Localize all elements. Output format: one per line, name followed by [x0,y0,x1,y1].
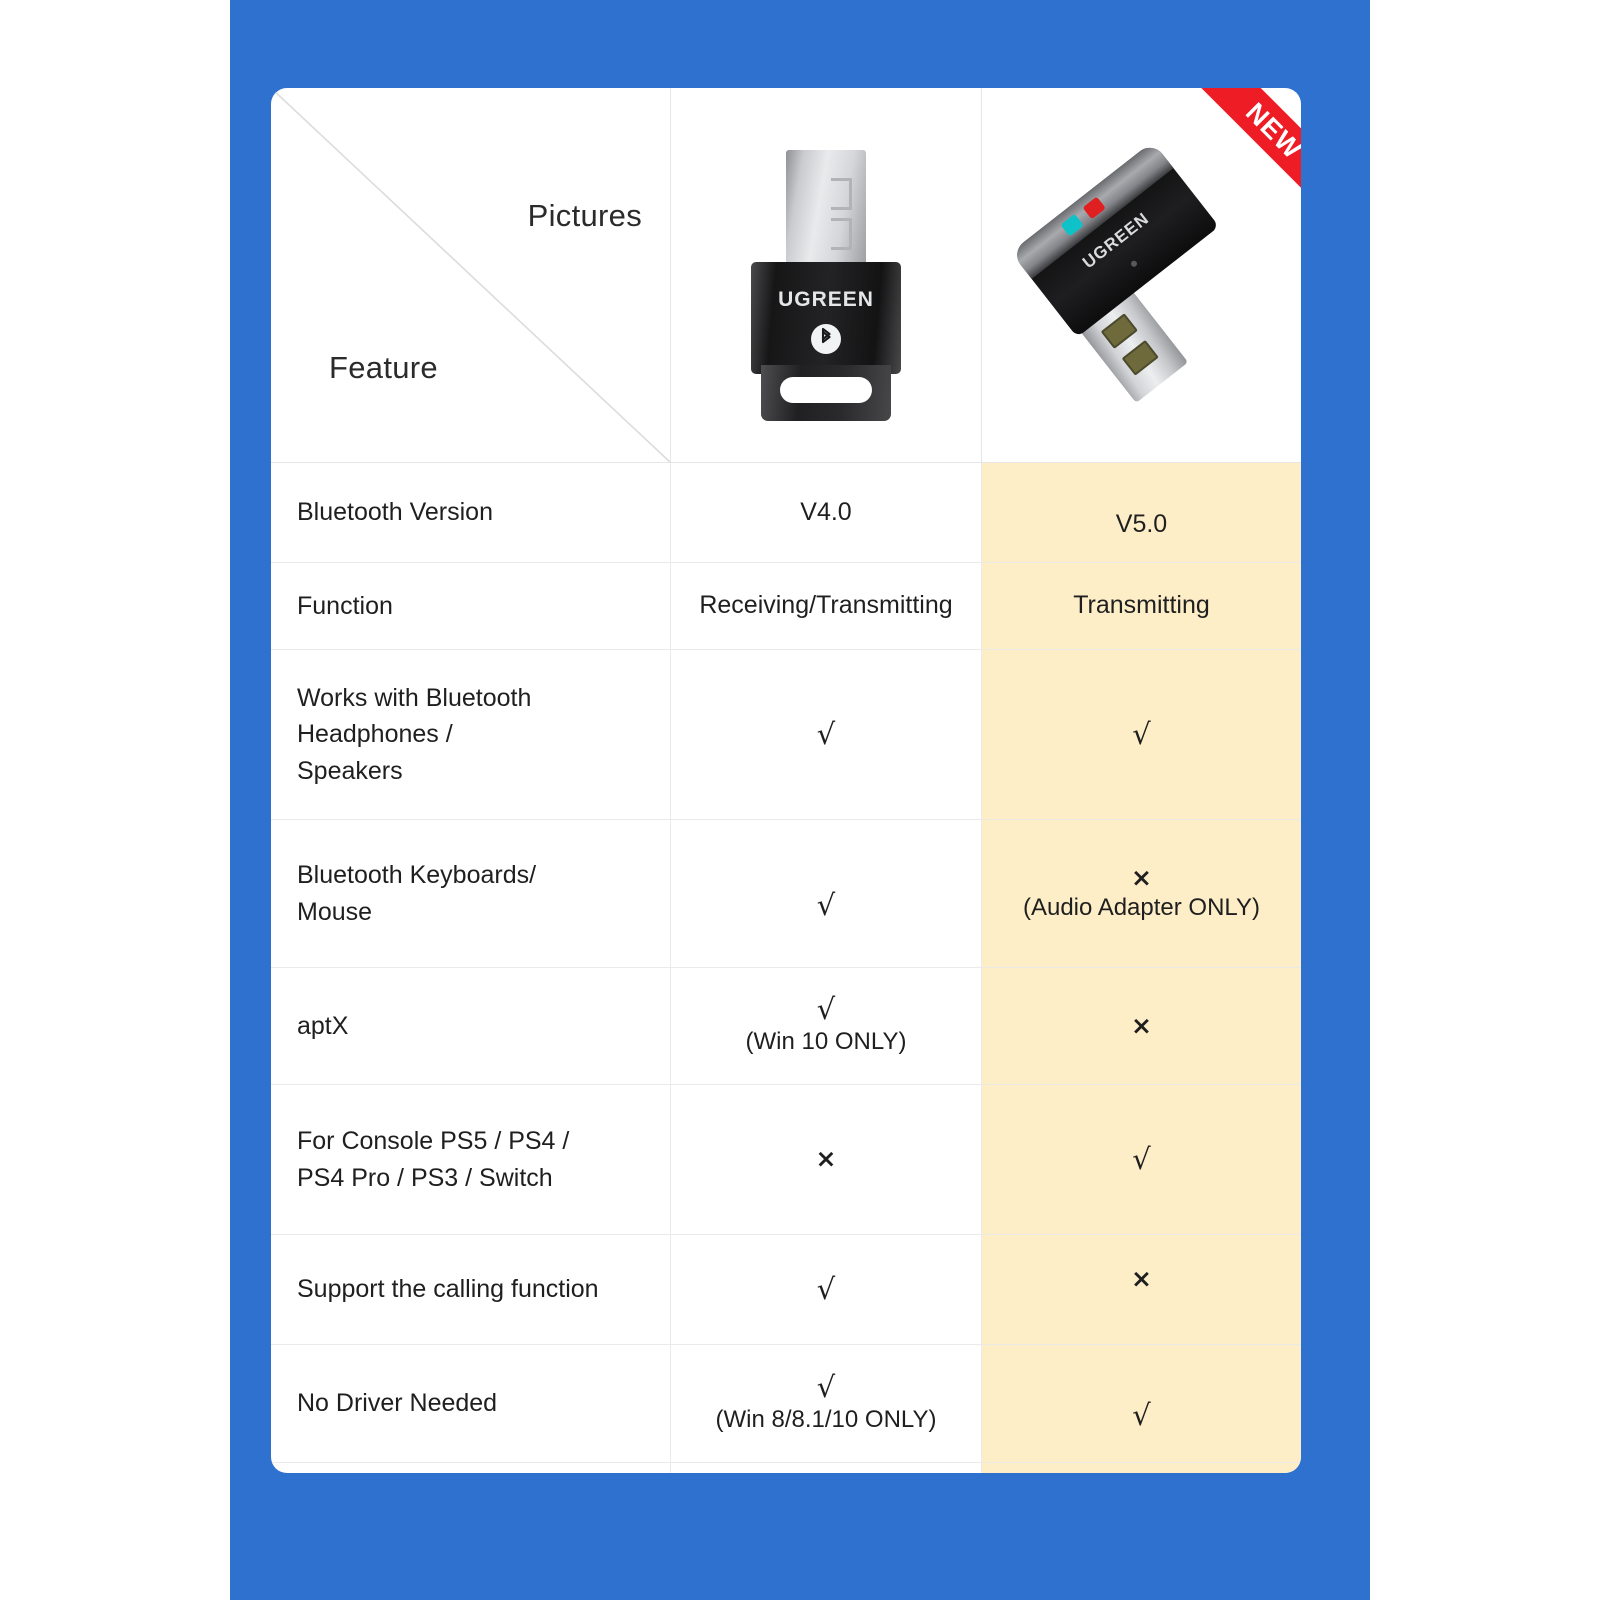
table-row: Support the calling function √ × [271,1235,1301,1345]
new-badge-label: NEW [1191,88,1301,214]
led-indicator-red [1082,196,1106,220]
check-icon: √ [816,887,836,922]
value-note: (Win 10 ONLY) [745,1028,907,1056]
value-cell-v4: √ (Win 8/8.1/10 ONLY) [671,1345,982,1462]
dongle-lanyard-base [761,365,891,421]
feature-label-line: Mouse [297,897,373,926]
feature-label-multiline: Works with Bluetooth Headphones / Speake… [297,680,531,789]
table-row: Supported Systems Windows ONLY PS4/Switc… [271,1463,1301,1473]
check-icon: √ [816,992,836,1027]
table-row: For Console PS5 / PS4 / PS4 Pro / PS3 / … [271,1085,1301,1235]
value-cell-v4: V4.0 [671,463,982,562]
table-row: Bluetooth Keyboards/ Mouse √ × (Audio Ad… [271,820,1301,968]
feature-cell: Support the calling function [271,1235,671,1344]
comparison-card: Pictures Feature UGREEN NEW UGREEN Bluet… [271,88,1301,1473]
value-cell-v4: √ [671,820,982,967]
dongle-body-black: UGREEN [751,262,901,374]
usb-contact-pin-upper [1100,313,1138,349]
value-text: Transmitting [1073,591,1210,620]
table-row: Function Receiving/Transmitting Transmit… [271,563,1301,650]
feature-label: No Driver Needed [297,1389,498,1418]
bluetooth-icon [811,324,841,354]
value-cell-v5: PS4/Switch/Windows/OS/ Linux [982,1463,1301,1473]
value-stack: √ (Win 8/8.1/10 ONLY) [715,1369,937,1435]
check-icon: √ [816,716,836,751]
feature-cell: Function [271,563,671,649]
header-cell-product-v4-image: UGREEN [671,88,982,462]
feature-label: Bluetooth Version [297,498,493,527]
lanyard-loop-hole [780,377,872,403]
brand-label-ugreen: UGREEN [778,288,874,311]
value-cell-v4: √ [671,1235,982,1344]
feature-cell: Bluetooth Version [271,463,671,562]
led-indicator-teal [1060,213,1084,237]
feature-label-line: For Console PS5 / PS4 / [297,1127,570,1156]
value-note: (Win 8/8.1/10 ONLY) [715,1405,937,1433]
value-text: Receiving/Transmitting [699,591,953,620]
table-row: Bluetooth Version V4.0 V5.0 [271,463,1301,563]
feature-cell: Bluetooth Keyboards/ Mouse [271,820,671,967]
pairing-button-dot [1129,259,1139,268]
header-cell-feature-pictures: Pictures Feature [271,88,671,462]
header-cell-product-v5-image: NEW UGREEN [982,88,1301,462]
check-icon: √ [816,1271,836,1306]
feature-cell: No Driver Needed [271,1345,671,1462]
value-cell-v5: V5.0 [982,463,1301,562]
value-cell-v4: √ (Win 10 ONLY) [671,968,982,1084]
header-label-pictures: Pictures [527,198,642,233]
value-stack: × (Audio Adapter ONLY) [1022,862,1260,924]
feature-cell: For Console PS5 / PS4 / PS4 Pro / PS3 / … [271,1085,671,1234]
cross-icon: × [1131,862,1152,892]
table-row: aptX √ (Win 10 ONLY) × [271,968,1301,1085]
cross-icon: × [815,1144,837,1174]
value-cell-v4: Receiving/Transmitting [671,563,982,649]
value-cell-v4: √ [671,650,982,819]
value-cell-v5: √ [982,1085,1301,1234]
value-stack: √ (Win 10 ONLY) [746,994,907,1057]
check-icon: √ [1132,716,1151,751]
feature-label-line: Bluetooth Keyboards/ [297,861,537,890]
value-cell-v5: Transmitting [982,563,1301,649]
product-image-v4-dongle: UGREEN [751,150,901,421]
check-icon: √ [1132,1141,1151,1176]
table-header-row: Pictures Feature UGREEN NEW UGREEN [271,88,1301,463]
feature-label-line: Speakers [297,756,403,785]
value-cell-v4: Windows ONLY [671,1463,982,1473]
feature-label-line: Works with Bluetooth [297,684,532,713]
value-cell-v5: × [982,968,1301,1084]
feature-cell: Works with Bluetooth Headphones / Speake… [271,650,671,819]
new-badge-corner: NEW [1171,88,1301,218]
diagonal-divider-line [271,88,670,462]
table-row: Works with Bluetooth Headphones / Speake… [271,650,1301,820]
check-icon: √ [816,1369,836,1404]
value-cell-v4: × [671,1085,982,1234]
feature-label-multiline: Bluetooth Keyboards/ Mouse [297,857,536,930]
feature-label-line: Headphones / [297,720,453,749]
feature-label: aptX [297,1011,349,1040]
usb-connector-silver [786,150,866,272]
feature-label: Support the calling function [297,1275,599,1304]
value-cell-v5: × (Audio Adapter ONLY) [982,820,1301,967]
usb-contact-pin-lower [1121,339,1159,376]
feature-label: Function [297,591,393,620]
feature-cell: aptX [271,968,671,1084]
value-cell-v5: × [982,1235,1301,1344]
check-icon: √ [1132,1397,1151,1432]
value-cell-v5: √ [982,1345,1301,1462]
cross-icon: × [1131,1010,1152,1040]
feature-cell: Supported Systems [271,1463,671,1473]
feature-label-line: PS4 Pro / PS3 / Switch [297,1163,553,1192]
value-note: (Audio Adapter ONLY) [1022,894,1260,922]
value-text: V4.0 [800,497,852,526]
header-label-feature: Feature [329,350,438,385]
cross-icon: × [1131,1264,1152,1294]
feature-label-multiline: For Console PS5 / PS4 / PS4 Pro / PS3 / … [297,1123,569,1196]
table-row: No Driver Needed √ (Win 8/8.1/10 ONLY) √ [271,1345,1301,1463]
value-cell-v5: √ [982,650,1301,819]
value-text: V5.0 [1115,509,1168,538]
page-root: Pictures Feature UGREEN NEW UGREEN Bluet… [0,0,1600,1600]
